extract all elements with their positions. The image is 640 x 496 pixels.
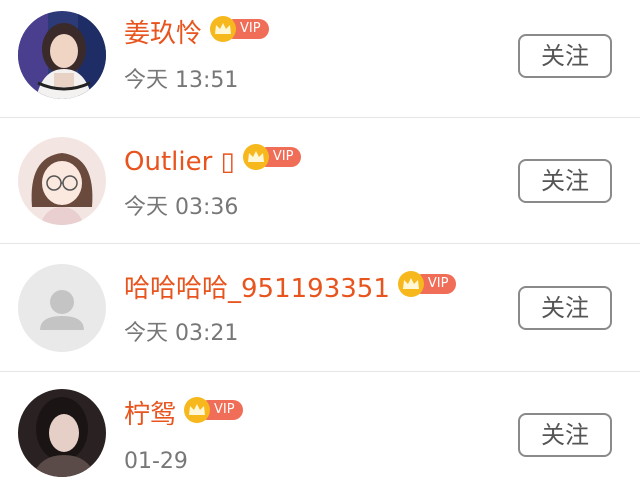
avatar-photo-icon [18,11,106,99]
timestamp: 01-29 [124,449,188,474]
crown-icon [210,15,237,42]
timestamp: 今天 03:36 [124,195,239,220]
username-text[interactable]: Outlier ▯ [124,147,235,177]
vip-badge: VIP [184,396,243,423]
username-text[interactable]: 哈哈哈哈_951193351 [124,274,390,304]
crown-icon [242,143,269,170]
avatar-photo-icon [18,389,106,477]
username-text[interactable]: 姜玖怜 [124,19,202,49]
crown-icon [184,396,211,423]
avatar[interactable] [18,137,106,225]
list-item[interactable]: Outlier ▯ VIP 今天 03:36 关注 [0,118,640,244]
username-text[interactable]: 柠鸳 [124,400,176,430]
avatar[interactable] [18,264,106,352]
follow-button[interactable]: 关注 [518,286,612,330]
follower-list: 姜玖怜 VIP 今天 13:51 关注 Outlier ▯ VIP 今天 03:36… [0,0,640,496]
list-item[interactable]: 柠鸳 VIP 01-29 关注 [0,372,640,496]
avatar[interactable] [18,11,106,99]
follow-button[interactable]: 关注 [518,413,612,457]
follow-button[interactable]: 关注 [518,34,612,78]
timestamp: 今天 03:21 [124,321,239,346]
vip-badge: VIP [397,270,457,297]
timestamp: 今天 13:51 [124,68,239,93]
avatar[interactable] [18,389,106,477]
username[interactable]: 柠鸳 VIP [124,396,243,430]
list-item[interactable]: 姜玖怜 VIP 今天 13:51 关注 [0,0,640,118]
vip-badge: VIP [210,15,269,42]
username[interactable]: Outlier ▯ VIP [124,143,302,177]
username[interactable]: 哈哈哈哈_951193351 VIP [124,270,457,304]
list-item[interactable]: 哈哈哈哈_951193351 VIP 今天 03:21 关注 [0,244,640,372]
follow-button[interactable]: 关注 [518,159,612,203]
crown-icon [397,270,424,297]
vip-badge: VIP [242,143,302,170]
username[interactable]: 姜玖怜 VIP [124,15,269,49]
default-avatar-icon [18,264,106,352]
avatar-illustration-icon [18,137,106,225]
